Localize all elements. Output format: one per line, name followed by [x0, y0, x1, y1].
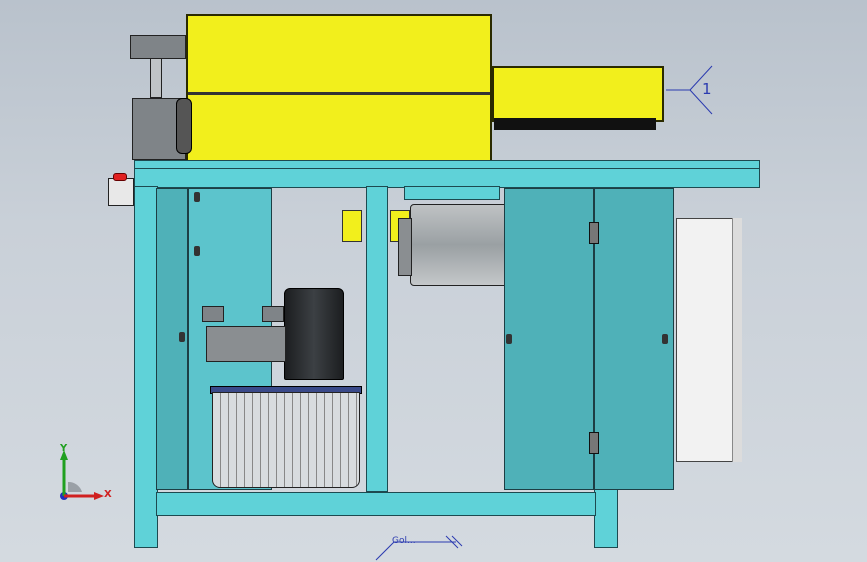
door-hinge	[589, 432, 599, 454]
triad-x-label: X	[104, 489, 112, 500]
bottom-leader-icon	[375, 535, 463, 561]
main-hood[interactable]	[186, 14, 492, 162]
motor-flange	[398, 218, 412, 276]
door-bolt	[194, 192, 200, 202]
extension-rail	[494, 118, 656, 130]
frame-mid-post[interactable]	[366, 186, 388, 492]
valve-cap[interactable]	[202, 306, 224, 322]
extension-hood[interactable]	[492, 66, 664, 122]
bottom-note: Gol...	[392, 536, 416, 546]
right-door-left[interactable]	[504, 188, 594, 490]
hood-seam	[188, 92, 490, 95]
frame-bottom-beam[interactable]	[156, 492, 596, 516]
frame-top-beam[interactable]	[134, 160, 760, 188]
yellow-bracket[interactable]	[342, 210, 362, 242]
right-door-handle[interactable]	[506, 334, 512, 344]
beam-line	[134, 168, 760, 169]
right-door-handle[interactable]	[662, 334, 668, 344]
valve-block[interactable]	[206, 326, 286, 362]
oil-tank[interactable]	[212, 392, 360, 488]
actuator-head[interactable]	[130, 35, 186, 59]
valve-cap[interactable]	[262, 306, 284, 322]
pump-motor[interactable]	[284, 288, 344, 380]
frame-right-leg[interactable]	[594, 488, 618, 548]
actuator-pulley	[176, 98, 192, 154]
motor-mount	[404, 186, 500, 200]
frame-left-leg[interactable]	[134, 186, 158, 548]
triad-y-label: Y	[60, 443, 68, 454]
door-hinge	[589, 222, 599, 244]
cabinet-edge	[732, 218, 742, 462]
left-door-handle[interactable]	[179, 332, 185, 342]
balloon-label: 1	[702, 80, 712, 98]
door-bolt	[194, 246, 200, 256]
switch-box[interactable]	[108, 178, 134, 206]
cad-viewport[interactable]: 1 Y X Gol...	[0, 0, 867, 562]
emergency-stop-icon[interactable]	[113, 173, 127, 181]
actuator-rod	[150, 58, 162, 98]
